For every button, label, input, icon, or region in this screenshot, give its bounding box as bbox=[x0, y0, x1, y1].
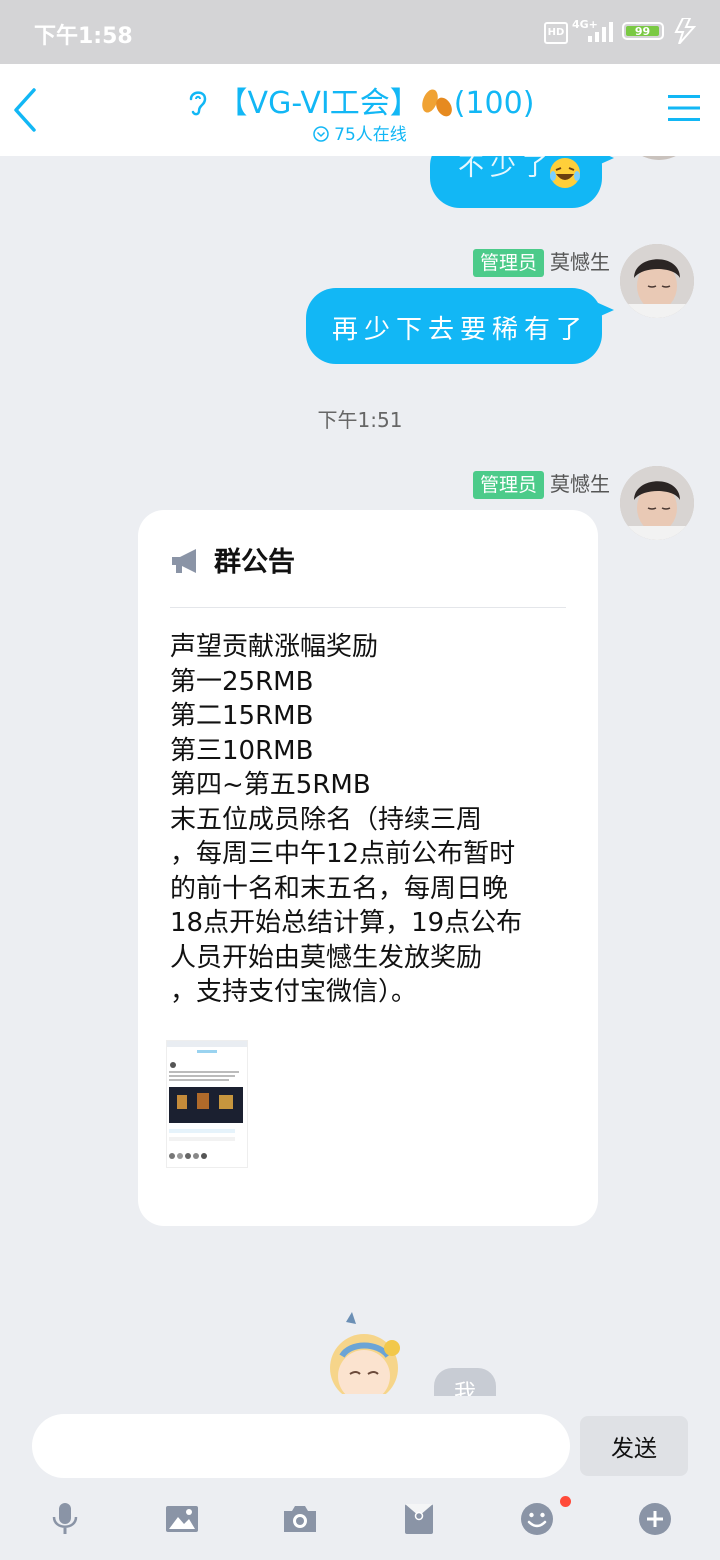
notice-image-thumbnail[interactable] bbox=[166, 1040, 248, 1168]
group-title[interactable]: 【VG-VI工会】 (100) bbox=[0, 78, 720, 122]
notice-title: 群公告 bbox=[214, 547, 295, 578]
avatar[interactable] bbox=[622, 156, 696, 160]
battery-level: 99 bbox=[626, 26, 659, 37]
message-text: 再少下去要稀有了 bbox=[332, 315, 589, 345]
mic-button[interactable] bbox=[48, 1502, 82, 1536]
message-input[interactable] bbox=[32, 1414, 570, 1478]
avatar-photo bbox=[620, 466, 694, 540]
chat-header: 【VG-VI工会】 (100) 75人在线 bbox=[0, 64, 720, 156]
leaf-emoji-icon bbox=[422, 89, 452, 117]
signal-icon bbox=[588, 22, 613, 42]
online-count: 75人在线 bbox=[334, 125, 407, 145]
admin-badge: 管理员 bbox=[472, 471, 544, 499]
member-count: (100) bbox=[453, 86, 535, 121]
menu-icon[interactable] bbox=[668, 92, 700, 124]
red-packet-icon bbox=[405, 1504, 433, 1534]
notification-dot bbox=[560, 1496, 571, 1507]
status-time: 下午1:58 bbox=[34, 24, 133, 49]
sticker-icon[interactable] bbox=[316, 1312, 412, 1396]
emoji-button[interactable] bbox=[520, 1502, 554, 1536]
more-button[interactable] bbox=[638, 1502, 672, 1536]
bubble-tail bbox=[596, 156, 614, 166]
avatar[interactable] bbox=[620, 244, 694, 318]
image-icon bbox=[166, 1506, 198, 1532]
mic-icon bbox=[52, 1503, 78, 1534]
divider bbox=[170, 607, 566, 608]
input-bar: 发送 bbox=[0, 1396, 720, 1560]
ear-icon bbox=[189, 91, 206, 116]
laughing-emoji-icon bbox=[550, 158, 580, 188]
hd-icon: HD bbox=[544, 22, 568, 44]
message-timestamp: 下午1:51 bbox=[317, 408, 403, 432]
online-status[interactable]: 75人在线 bbox=[0, 120, 720, 145]
sender-name[interactable]: 莫憾生 bbox=[550, 250, 610, 274]
group-notice-card[interactable]: 群公告 声望贡献涨幅奖励 第一25RMB 第二15RMB 第三10RMB 第四~… bbox=[138, 510, 598, 1226]
charging-icon bbox=[674, 18, 696, 44]
bubble-tail bbox=[596, 302, 614, 318]
group-name: 【VG-VI工会】 bbox=[217, 86, 420, 121]
send-button[interactable]: 发送 bbox=[580, 1416, 688, 1476]
image-button[interactable] bbox=[165, 1502, 199, 1536]
message-bubble[interactable]: 不少了 bbox=[430, 156, 614, 208]
avatar[interactable] bbox=[620, 466, 694, 540]
avatar-photo bbox=[620, 244, 694, 318]
megaphone-icon bbox=[172, 549, 196, 573]
camera-button[interactable] bbox=[283, 1502, 317, 1536]
camera-icon bbox=[284, 1506, 316, 1532]
sender-line: 管理员 莫憾生 bbox=[472, 246, 610, 277]
sender-line: 管理员 莫憾生 bbox=[472, 468, 610, 499]
message-text: 不少了 bbox=[458, 156, 555, 182]
battery-icon: 99 bbox=[622, 22, 664, 40]
plus-icon bbox=[639, 1503, 671, 1535]
message-bubble[interactable]: 再少下去要稀有了 bbox=[306, 288, 614, 364]
chevron-down-icon bbox=[313, 126, 329, 142]
red-packet-button[interactable] bbox=[402, 1502, 436, 1536]
admin-badge: 管理员 bbox=[472, 249, 544, 277]
status-bar: 下午1:58 HD 4G+ 99 bbox=[0, 0, 720, 64]
sender-name[interactable]: 莫憾生 bbox=[550, 472, 610, 496]
me-label-bubble[interactable]: 我 bbox=[434, 1368, 496, 1396]
emoji-icon bbox=[521, 1503, 553, 1535]
notice-body: 声望贡献涨幅奖励 第一25RMB 第二15RMB 第三10RMB 第四~第五5R… bbox=[170, 632, 523, 1007]
message-list[interactable]: 不少了 管理员 莫憾生 再少下去要稀有了 下午1:51 管理员 莫憾生 群公告 … bbox=[0, 156, 720, 1396]
